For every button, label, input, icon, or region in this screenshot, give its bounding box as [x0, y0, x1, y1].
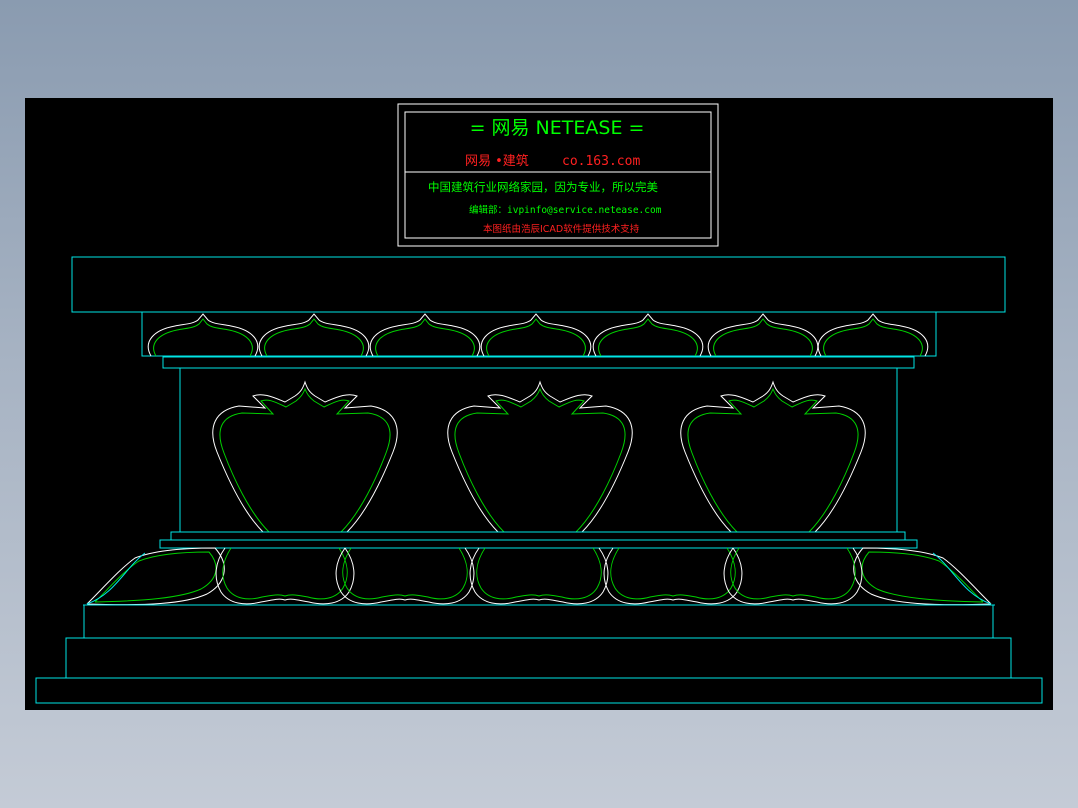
base-step-1 [83, 604, 994, 639]
drawing-canvas: = 网易 NETEASE = 网易 •建筑 co.163.com 中国建筑行业网… [35, 103, 1043, 704]
top-slab [71, 256, 1006, 313]
title-editor: 编辑部：ivpinfo@service.netease.com [469, 204, 662, 216]
lower-ledge-1 [170, 531, 906, 541]
lower-ledge-2 [159, 539, 918, 549]
base-step-3 [35, 677, 1043, 704]
cad-drawing-viewport[interactable]: = 网易 NETEASE = 网易 •建筑 co.163.com 中国建筑行业网… [25, 98, 1053, 710]
title-support: 本图纸由浩辰ICAD软件提供技术支持 [483, 223, 640, 235]
title-heading: = 网易 NETEASE = [470, 117, 645, 139]
title-subtitle-cn: 网易 •建筑 [465, 153, 529, 169]
upper-ledge [162, 356, 915, 369]
lower-lotus-band [83, 547, 995, 606]
upper-lotus-band [141, 312, 937, 357]
middle-waist-panel [179, 368, 898, 533]
title-subtitle-url: co.163.com [562, 154, 640, 169]
title-slogan: 中国建筑行业网络家园，因为专业，所以完美 [428, 180, 658, 194]
base-step-2 [65, 637, 1012, 679]
title-block: = 网易 NETEASE = 网易 •建筑 co.163.com 中国建筑行业网… [397, 103, 719, 247]
